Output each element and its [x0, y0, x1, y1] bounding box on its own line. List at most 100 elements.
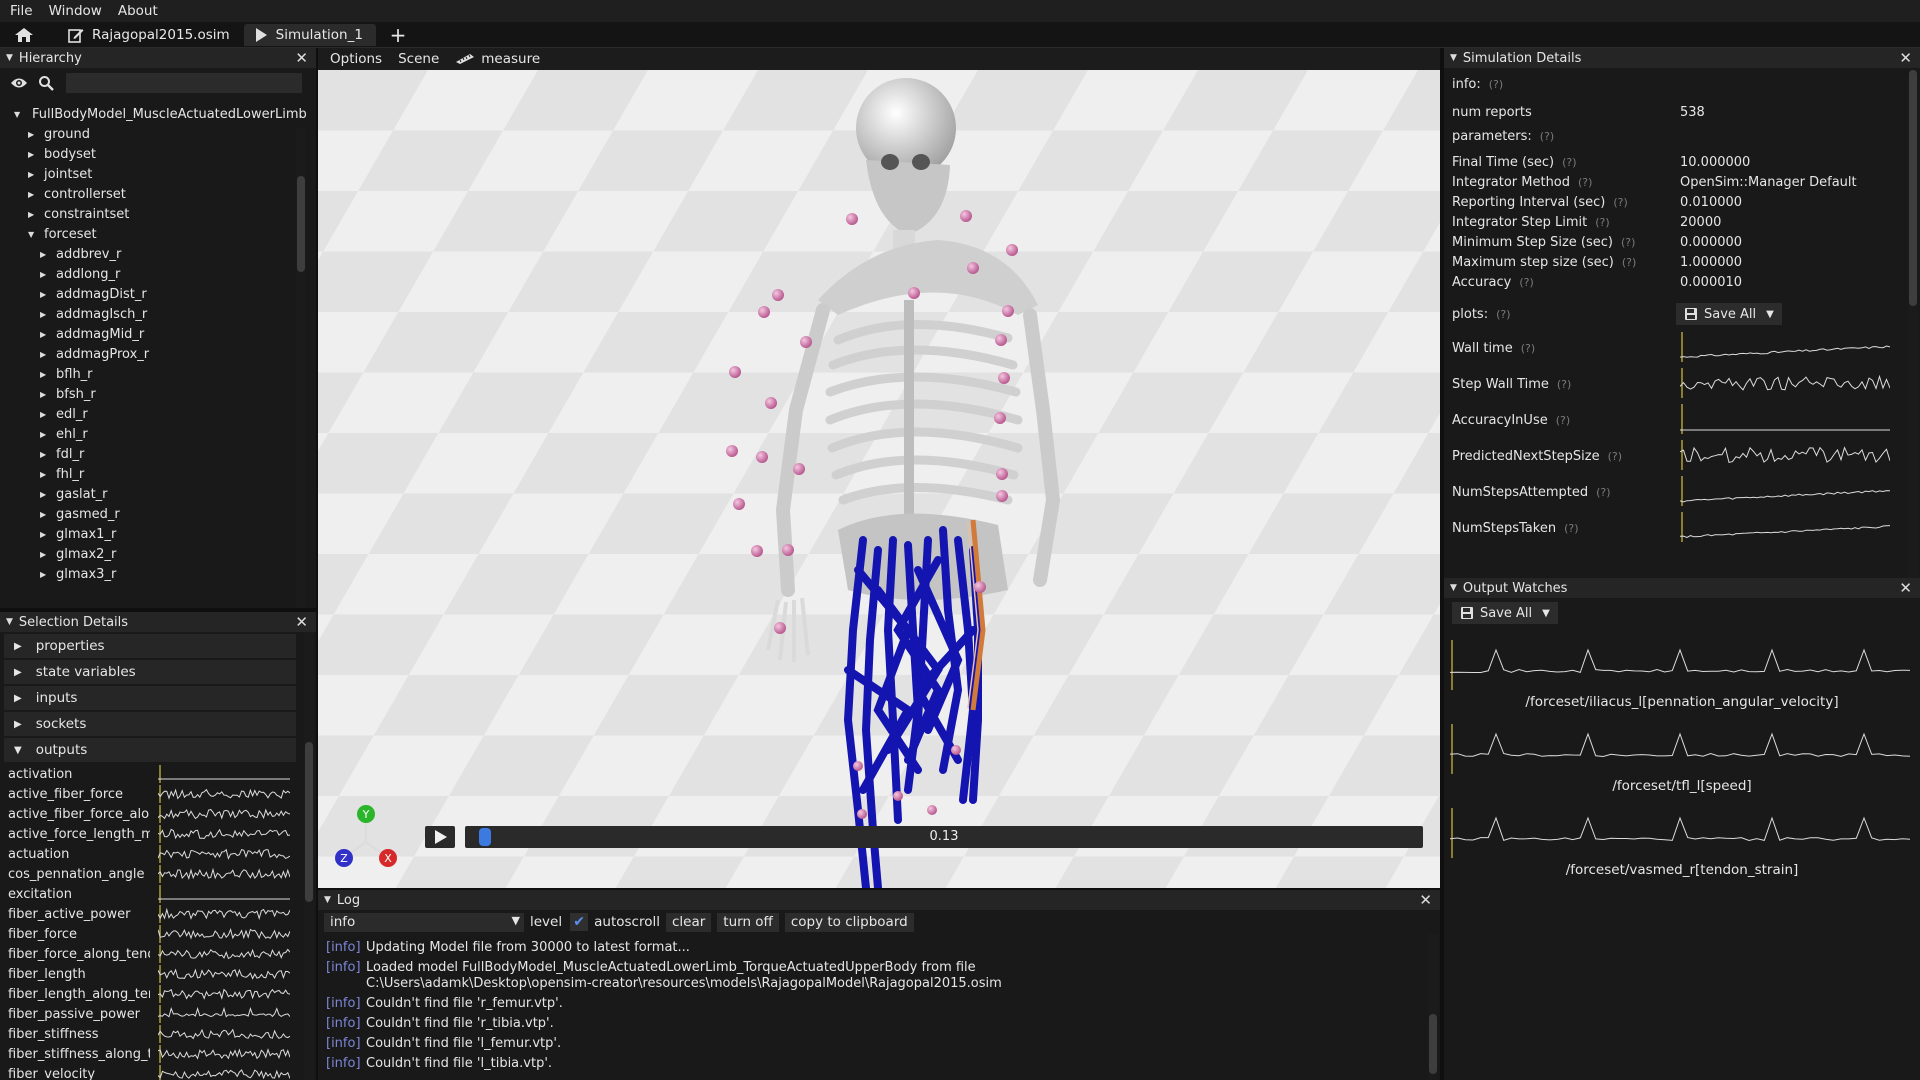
plot-row[interactable]: NumStepsTaken (?)	[1444, 510, 1920, 546]
sim-scrollbar[interactable]	[1908, 70, 1918, 578]
help-icon[interactable]: (?)	[1519, 276, 1533, 289]
tree-item-glmax1_r[interactable]: ▶ glmax1_r	[0, 524, 316, 544]
tree-item-gasmed_r[interactable]: ▶ gasmed_r	[0, 504, 316, 524]
help-icon[interactable]: (?)	[1595, 216, 1609, 229]
output-row[interactable]: fiber_length_along_tendon	[0, 984, 316, 1004]
output-row[interactable]: fiber_stiffness_along_tendon	[0, 1044, 316, 1064]
help-icon[interactable]: (?)	[1521, 342, 1535, 355]
log-scrollbar[interactable]	[1428, 934, 1438, 1080]
collapse-icon[interactable]: ▼	[6, 53, 13, 63]
add-tab-button[interactable]: +	[380, 23, 417, 47]
output-watch[interactable]: /forceset/tfl_l[speed]	[1444, 724, 1920, 794]
plot-row[interactable]: AccuracyInUse (?)	[1444, 402, 1920, 438]
output-row[interactable]: excitation	[0, 884, 316, 904]
tree-item-gaslat_r[interactable]: ▶ gaslat_r	[0, 484, 316, 504]
section-sockets[interactable]: ▶ sockets	[4, 712, 296, 736]
tree-item-glmax2_r[interactable]: ▶ glmax2_r	[0, 544, 316, 564]
help-icon[interactable]: (?)	[1489, 78, 1503, 91]
collapse-icon[interactable]: ▼	[324, 895, 331, 905]
log-level-select[interactable]: info ▼	[324, 912, 524, 932]
output-watch[interactable]: /forceset/iliacus_l[pennation_angular_ve…	[1444, 640, 1920, 710]
tab-model[interactable]: Rajagopal2015.osim	[58, 24, 240, 46]
output-row[interactable]: fiber_force_along_tendon	[0, 944, 316, 964]
output-row[interactable]: fiber_force	[0, 924, 316, 944]
tree-item-fdl_r[interactable]: ▶ fdl_r	[0, 444, 316, 464]
help-icon[interactable]: (?)	[1578, 176, 1592, 189]
time-scrubber[interactable]: 0.13	[465, 826, 1423, 848]
output-watch[interactable]: /forceset/vasmed_r[tendon_strain]	[1444, 808, 1920, 878]
tree-item-ground[interactable]: ▶ ground	[0, 124, 316, 144]
help-icon[interactable]: (?)	[1562, 156, 1576, 169]
3d-viewport[interactable]: Y X Z	[318, 70, 1440, 888]
turn-off-button[interactable]: turn off	[717, 912, 779, 932]
tree-item-glmax3_r[interactable]: ▶ glmax3_r	[0, 564, 316, 584]
menu-window[interactable]: Window	[49, 3, 102, 19]
plot-row[interactable]: PredictedNextStepSize (?)	[1444, 438, 1920, 474]
options-menu[interactable]: Options	[330, 51, 382, 67]
selection-scrollbar[interactable]	[304, 632, 314, 1080]
output-row[interactable]: actuation	[0, 844, 316, 864]
save-all-watches-button[interactable]: Save All ▼	[1452, 602, 1558, 624]
menu-file[interactable]: File	[10, 3, 33, 19]
help-icon[interactable]: (?)	[1596, 486, 1610, 499]
output-row[interactable]: fiber_velocity	[0, 1064, 316, 1080]
collapse-icon[interactable]: ▼	[1450, 583, 1457, 593]
tree-item-addlong_r[interactable]: ▶ addlong_r	[0, 264, 316, 284]
output-row[interactable]: activation	[0, 764, 316, 784]
output-row[interactable]: fiber_active_power	[0, 904, 316, 924]
autoscroll-checkbox[interactable]: ✔	[570, 913, 589, 931]
help-icon[interactable]: (?)	[1557, 378, 1571, 391]
menu-about[interactable]: About	[118, 3, 158, 19]
tree-item-addmagIsch_r[interactable]: ▶ addmagIsch_r	[0, 304, 316, 324]
help-icon[interactable]: (?)	[1540, 130, 1554, 143]
tree-item-addbrev_r[interactable]: ▶ addbrev_r	[0, 244, 316, 264]
tree-item-controllerset[interactable]: ▶ controllerset	[0, 184, 316, 204]
output-row[interactable]: fiber_length	[0, 964, 316, 984]
tree-item-bfsh_r[interactable]: ▶ bfsh_r	[0, 384, 316, 404]
output-row[interactable]: fiber_stiffness	[0, 1024, 316, 1044]
section-properties[interactable]: ▶ properties	[4, 634, 296, 658]
hierarchy-scrollbar[interactable]	[296, 128, 306, 608]
help-icon[interactable]: (?)	[1613, 196, 1627, 209]
tree-item-addmagProx_r[interactable]: ▶ addmagProx_r	[0, 344, 316, 364]
tree-item-fhl_r[interactable]: ▶ fhl_r	[0, 464, 316, 484]
save-all-plots-button[interactable]: Save All ▼	[1676, 303, 1782, 325]
output-row[interactable]: active_fiber_force_along_tendon	[0, 804, 316, 824]
help-icon[interactable]: (?)	[1496, 308, 1510, 321]
play-button[interactable]	[425, 826, 455, 848]
output-row[interactable]: cos_pennation_angle	[0, 864, 316, 884]
tree-item-ehl_r[interactable]: ▶ ehl_r	[0, 424, 316, 444]
help-icon[interactable]: (?)	[1556, 414, 1570, 427]
tree-item-constraintset[interactable]: ▶ constraintset	[0, 204, 316, 224]
tree-item-bodyset[interactable]: ▶ bodyset	[0, 144, 316, 164]
output-row[interactable]: fiber_passive_power	[0, 1004, 316, 1024]
scene-menu[interactable]: Scene	[398, 51, 439, 67]
tree-item-bflh_r[interactable]: ▶ bflh_r	[0, 364, 316, 384]
tree-item-addmagDist_r[interactable]: ▶ addmagDist_r	[0, 284, 316, 304]
help-icon[interactable]: (?)	[1608, 450, 1622, 463]
search-icon[interactable]	[38, 75, 54, 91]
selection-scrollthumb[interactable]	[305, 742, 313, 902]
plot-row[interactable]: NumStepsAttempted (?)	[1444, 474, 1920, 510]
tree-item-edl_r[interactable]: ▶ edl_r	[0, 404, 316, 424]
tree-item-forceset[interactable]: ▼ forceset	[0, 224, 316, 244]
close-icon[interactable]: ✕	[1899, 579, 1912, 597]
plot-row[interactable]: Step Wall Time (?)	[1444, 366, 1920, 402]
help-icon[interactable]: (?)	[1621, 236, 1635, 249]
help-icon[interactable]: (?)	[1564, 522, 1578, 535]
tab-simulation[interactable]: Simulation_1	[243, 23, 376, 46]
tree-root[interactable]: ▼ FullBodyModel_MuscleActuatedLowerLimb	[0, 104, 316, 124]
output-row[interactable]: active_force_length_multiplier	[0, 824, 316, 844]
log-scrollthumb[interactable]	[1429, 1014, 1437, 1074]
close-icon[interactable]: ✕	[295, 613, 308, 631]
tree-item-addmagMid_r[interactable]: ▶ addmagMid_r	[0, 324, 316, 344]
plot-row[interactable]: Wall time (?)	[1444, 330, 1920, 366]
collapse-icon[interactable]: ▼	[1450, 53, 1457, 63]
close-icon[interactable]: ✕	[1899, 49, 1912, 67]
help-icon[interactable]: (?)	[1622, 256, 1636, 269]
tab-home[interactable]	[0, 24, 54, 46]
copy-to-clipboard-button[interactable]: copy to clipboard	[784, 912, 914, 932]
section-state-variables[interactable]: ▶ state variables	[4, 660, 296, 684]
eye-icon[interactable]	[10, 76, 28, 90]
clear-button[interactable]: clear	[665, 912, 712, 932]
